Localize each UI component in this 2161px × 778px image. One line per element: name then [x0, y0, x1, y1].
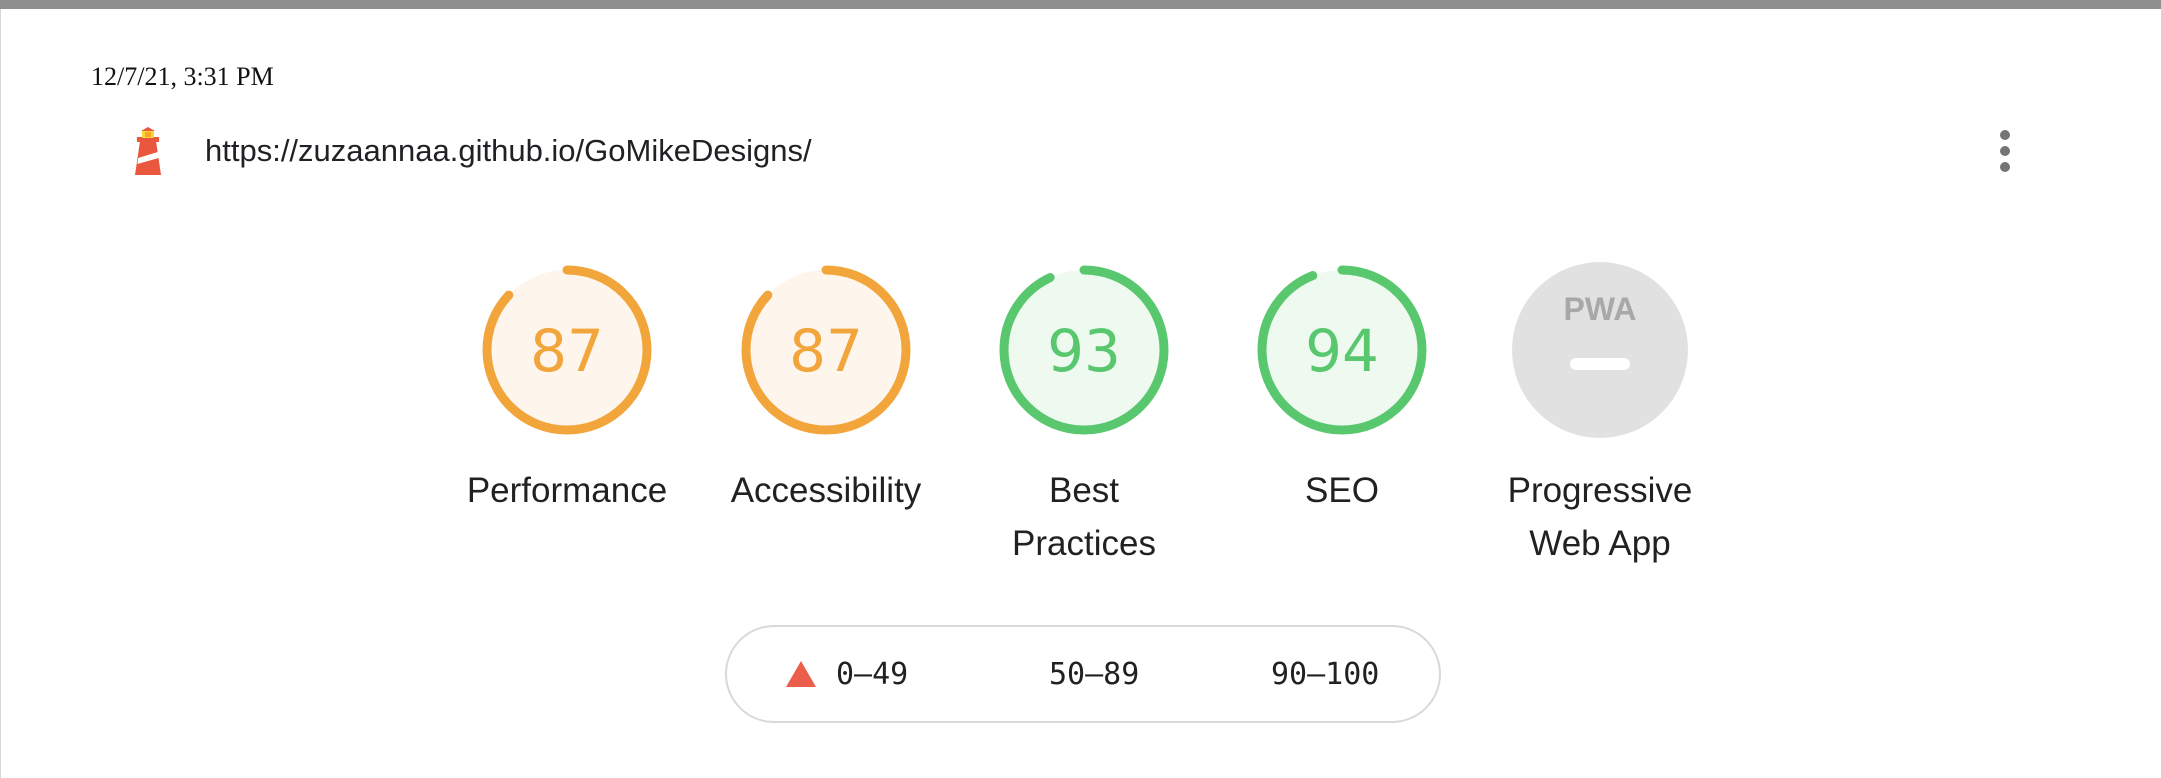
report-url-link[interactable]: https://zuzaannaa.github.io/GoMikeDesign…	[205, 133, 812, 169]
legend-item-average: 50–89	[1049, 627, 1139, 721]
tools-menu-button[interactable]	[1984, 124, 2026, 178]
gauge-label-line: Accessibility	[730, 471, 922, 510]
gauge-score: 87	[530, 317, 604, 385]
gauge-score: 94	[1305, 317, 1379, 385]
legend-item-pass: 90–100	[1271, 627, 1379, 721]
report-timestamp: 12/7/21, 3:31 PM	[91, 62, 274, 91]
gauge-ring: 87	[482, 265, 652, 435]
three-dots-vertical-icon	[2000, 130, 2010, 140]
gauge-label-line: SEO	[1305, 471, 1379, 510]
three-dots-vertical-icon	[2000, 162, 2010, 172]
report-url-row: https://zuzaannaa.github.io/GoMikeDesign…	[130, 126, 812, 176]
gauge-score: 87	[789, 317, 863, 385]
pwa-badge-bg	[1512, 262, 1688, 438]
legend-range-fail: 0–49	[836, 656, 909, 692]
gauge-score: 93	[1047, 317, 1121, 385]
gauge-label: Progressive Web App	[1485, 464, 1715, 570]
legend-item-fail: 0–49	[786, 627, 908, 721]
gauge-label-line: Web App	[1529, 524, 1671, 563]
lighthouse-icon	[135, 127, 161, 175]
gauge-label: SEO	[1227, 464, 1457, 517]
category-gauges: 87 Performance 87 Accessibility 93 Best …	[0, 262, 2161, 582]
window-top-border	[0, 0, 2161, 9]
gauge-pwa[interactable]: PWA Progressive Web App	[1485, 262, 1715, 570]
gauge-label-line: Performance	[466, 471, 668, 510]
gauge-label-line: Best	[1048, 471, 1120, 510]
gauge-label-line: Progressive	[1507, 471, 1693, 510]
legend-range-average: 50–89	[1049, 656, 1140, 692]
gauge-label: Accessibility	[711, 464, 941, 517]
gauge-label: Best Practices	[969, 464, 1199, 570]
triangle-icon	[786, 661, 816, 687]
legend-range-pass: 90–100	[1271, 656, 1380, 692]
pwa-dash-icon	[1570, 358, 1630, 370]
pwa-icon: PWA	[1564, 291, 1637, 327]
gauge-label: Performance	[452, 464, 682, 517]
gauge-seo[interactable]: 94 SEO	[1227, 262, 1457, 517]
gauge-ring: 94	[1257, 265, 1427, 435]
gauge-best-practices[interactable]: 93 Best Practices	[969, 262, 1199, 570]
gauge-ring: PWA	[1512, 262, 1688, 438]
gauge-ring: 93	[999, 265, 1169, 435]
gauge-performance[interactable]: 87 Performance	[452, 262, 682, 517]
gauge-ring: 87	[741, 265, 911, 435]
gauge-label-line: Practices	[1012, 524, 1156, 563]
three-dots-vertical-icon	[2000, 146, 2010, 156]
score-scale-legend: 0–49 50–89 90–100	[725, 625, 1441, 723]
gauge-accessibility[interactable]: 87 Accessibility	[711, 262, 941, 517]
